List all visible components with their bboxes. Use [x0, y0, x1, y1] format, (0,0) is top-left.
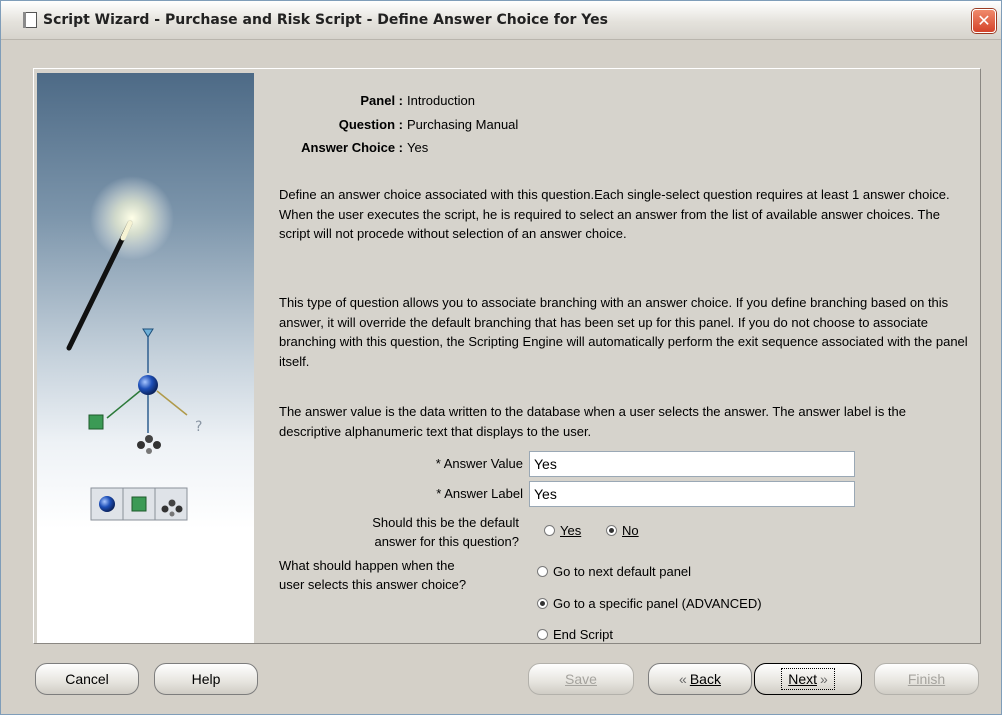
next-chevron-icon: » — [820, 671, 828, 687]
panel-info-row: Panel : — [279, 93, 403, 111]
radio-indicator-selected — [606, 525, 617, 536]
next-button-label: Next — [788, 671, 817, 687]
answer-choice-info-row: Answer Choice : — [279, 140, 403, 158]
default-yes-label: Yes — [560, 523, 582, 538]
title-bar: Script Wizard - Purchase and Risk Script… — [1, 1, 1001, 40]
question-mark-icon: ? — [195, 419, 202, 435]
default-answer-question-line1: Should this be the default — [372, 515, 519, 530]
radio-indicator — [537, 566, 548, 577]
cube-icon — [131, 496, 147, 512]
cancel-button[interactable]: Cancel — [35, 663, 139, 695]
branch-specific-panel-label: Go to a specific panel (ADVANCED) — [553, 596, 762, 611]
default-yes-radio[interactable]: Yes — [544, 522, 581, 540]
close-button[interactable]: ✕ — [972, 9, 996, 33]
branch-question-line1: What should happen when the — [279, 558, 455, 573]
default-answer-question: Should this be the default answer for th… — [301, 513, 519, 551]
wizard-illustration-svg: ? — [66, 176, 202, 521]
wizard-illustration: ? — [37, 73, 254, 643]
radio-indicator-selected — [537, 598, 548, 609]
branch-question: What should happen when the user selects… — [279, 556, 466, 594]
panel-value: Introduction — [407, 93, 475, 108]
molecule-icon — [137, 435, 161, 454]
answer-label-label: * Answer Label — [436, 486, 523, 501]
cancel-button-label: Cancel — [65, 671, 109, 687]
default-no-radio[interactable]: No — [606, 522, 639, 540]
script-document-icon — [23, 12, 37, 28]
back-button-label: Back — [689, 671, 721, 687]
finish-button[interactable]: Finish — [874, 663, 979, 695]
legend-icons — [90, 487, 188, 521]
branch-question-line2: user selects this answer choice? — [279, 577, 467, 592]
question-info-row: Question : — [279, 117, 403, 135]
wizard-wand-icon — [66, 176, 174, 351]
answer-label-input[interactable]: Yes — [529, 481, 855, 507]
branching-paragraph: This type of question allows you to asso… — [279, 295, 968, 369]
panel-label: Panel : — [360, 93, 403, 108]
save-button-label: Save — [565, 671, 597, 687]
sphere-icon — [99, 496, 115, 512]
branching-diagram: ? — [88, 328, 202, 454]
question-value: Purchasing Manual — [407, 117, 519, 132]
default-answer-question-line2: answer for this question? — [374, 534, 519, 549]
sphere-icon — [138, 375, 158, 395]
radio-indicator — [537, 629, 548, 640]
window-title: Script Wizard - Purchase and Risk Script… — [43, 12, 608, 28]
answer-choice-label: Answer Choice : — [301, 140, 403, 155]
branch-next-default-radio[interactable]: Go to next default panel — [537, 563, 691, 581]
cube-icon — [88, 414, 104, 430]
branch-end-script-label: End Script — [553, 627, 613, 642]
back-button[interactable]: «Back — [648, 663, 752, 695]
branch-next-default-label: Go to next default panel — [553, 564, 692, 579]
help-button-label: Help — [191, 671, 221, 687]
next-button[interactable]: Next» — [754, 663, 862, 695]
branch-end-script-radio[interactable]: End Script — [537, 626, 613, 644]
answer-value-label: * Answer Value — [435, 456, 523, 471]
radio-indicator — [544, 525, 555, 536]
answer-choice-value: Yes — [407, 140, 429, 155]
intro-paragraph: Define an answer choice associated with … — [279, 187, 950, 241]
wizard-window: Script Wizard - Purchase and Risk Script… — [0, 0, 1002, 715]
branch-specific-panel-radio[interactable]: Go to a specific panel (ADVANCED) — [537, 595, 762, 613]
default-no-label: No — [622, 523, 639, 538]
help-button[interactable]: Help — [154, 663, 258, 695]
finish-button-label: Finish — [907, 671, 946, 687]
back-chevron-icon: « — [679, 671, 687, 687]
save-button[interactable]: Save — [528, 663, 634, 695]
answer-value-input[interactable]: Yes — [529, 451, 855, 477]
answer-value-paragraph: The answer value is the data written to … — [279, 404, 907, 439]
question-label: Question : — [338, 117, 403, 132]
